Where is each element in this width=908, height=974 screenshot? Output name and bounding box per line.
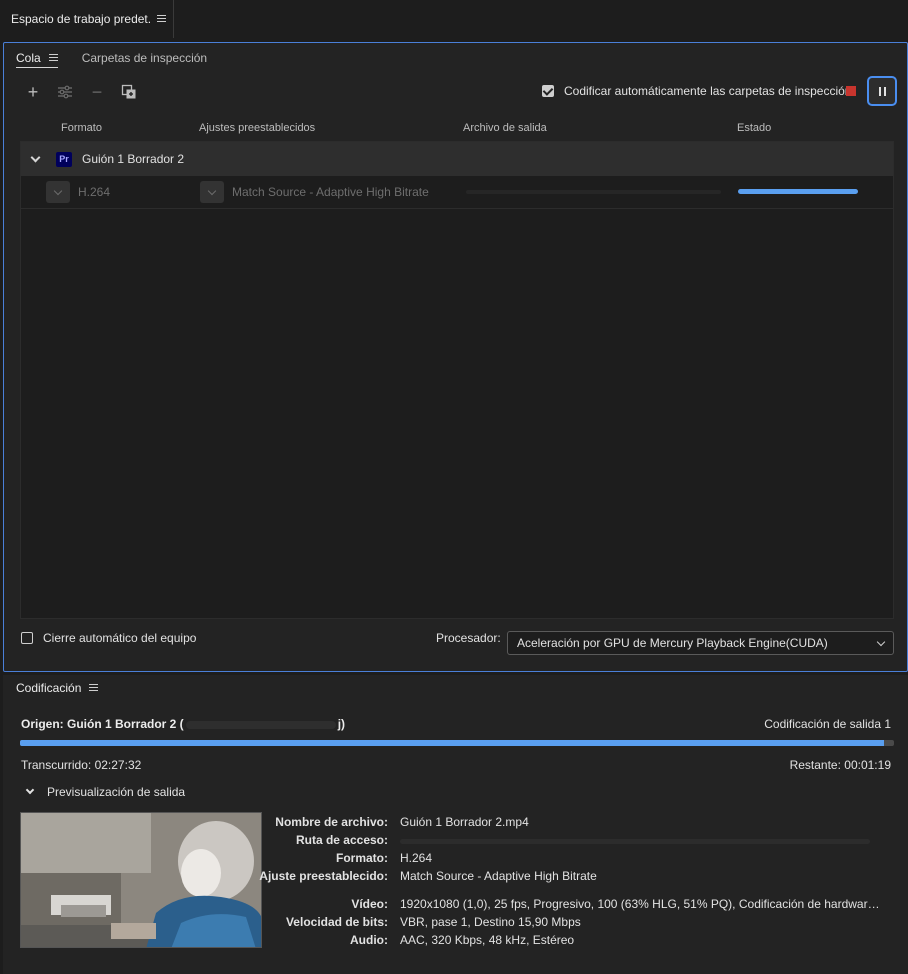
encoding-title-label: Codificación (16, 681, 82, 695)
col-format[interactable]: Formato (61, 122, 102, 134)
workspace-title: Espacio de trabajo predet. (11, 12, 152, 26)
queue-panel: Cola Carpetas de inspección + − Codifica… (3, 42, 908, 672)
premiere-pro-icon: Pr (56, 151, 72, 167)
queue-list: Pr Guión 1 Borrador 2 H.264 Match Source… (20, 141, 894, 619)
item-progress-bar (738, 189, 858, 194)
info-value: VBR, pase 1, Destino 15,90 Mbps (400, 915, 581, 929)
remove-button[interactable]: − (88, 83, 106, 101)
origin-label: Origen: Guión 1 Borrador 2 ( (21, 717, 184, 731)
output-encoding-label: Codificación de salida 1 (764, 717, 891, 731)
auto-shutdown-option: Cierre automático del equipo (21, 631, 196, 645)
format-dropdown[interactable] (46, 181, 70, 203)
processor-label: Procesador: (436, 631, 501, 645)
auto-encode-label: Codificar automáticamente las carpetas d… (564, 84, 852, 98)
origin-suffix: j) (337, 717, 346, 731)
remaining-time: Restante: 00:01:19 (789, 758, 891, 772)
item-format[interactable]: H.264 (78, 185, 110, 199)
preset-settings-icon[interactable] (56, 83, 74, 101)
workspace-bar: Espacio de trabajo predet. (0, 0, 908, 38)
queue-tabs: Cola Carpetas de inspección (16, 47, 207, 69)
info-key: Ruta de acceso: (295, 833, 388, 847)
processor-select[interactable]: Aceleración por GPU de Mercury Playback … (507, 631, 894, 655)
info-value (400, 833, 880, 847)
auto-encode-option: Codificar automáticamente las carpetas d… (542, 84, 851, 98)
info-value: 1920x1080 (1,0), 25 fps, Progresivo, 100… (400, 897, 880, 911)
auto-shutdown-checkbox[interactable] (21, 632, 33, 644)
auto-encode-checkbox[interactable] (542, 85, 554, 97)
add-source-button[interactable]: + (24, 83, 42, 101)
hamburger-menu-icon[interactable] (157, 15, 167, 23)
pause-button[interactable] (867, 76, 897, 106)
chevron-down-icon[interactable] (28, 152, 42, 162)
hamburger-menu-icon[interactable] (89, 684, 99, 692)
info-value: AAC, 320 Kbps, 48 kHz, Estéreo (400, 933, 575, 947)
tab-watch-folders[interactable]: Carpetas de inspección (82, 48, 207, 68)
info-value: H.264 (400, 851, 433, 865)
info-value: Match Source - Adaptive High Bitrate (400, 869, 597, 883)
encoding-progress-bar (20, 740, 894, 746)
output-file-path[interactable] (466, 190, 721, 194)
col-output-file[interactable]: Archivo de salida (463, 122, 547, 134)
info-key: Audio: (350, 933, 388, 947)
tab-queue[interactable]: Cola (16, 48, 58, 68)
encoding-panel: Codificación Origen: Guión 1 Borrador 2 … (3, 675, 908, 974)
duplicate-icon[interactable] (120, 83, 138, 101)
blurred-path (185, 720, 336, 729)
item-preset[interactable]: Match Source - Adaptive High Bitrate (232, 185, 429, 199)
output-preview-label: Previsualización de salida (47, 785, 186, 799)
info-key: Nombre de archivo: (275, 815, 388, 829)
queue-group-row[interactable]: Pr Guión 1 Borrador 2 (21, 142, 893, 176)
tab-queue-label: Cola (16, 50, 41, 65)
info-value: Guión 1 Borrador 2.mp4 (400, 815, 529, 829)
workspace-tab[interactable]: Espacio de trabajo predet. (0, 0, 174, 38)
info-key: Ajuste preestablecido: (259, 869, 388, 883)
chevron-down-icon (25, 785, 35, 795)
queue-item-row[interactable]: H.264 Match Source - Adaptive High Bitra… (21, 176, 893, 209)
col-presets[interactable]: Ajustes preestablecidos (199, 122, 315, 134)
auto-shutdown-label: Cierre automático del equipo (43, 631, 197, 645)
processor-value: Aceleración por GPU de Mercury Playback … (517, 636, 828, 650)
info-key: Vídeo: (351, 897, 388, 911)
output-preview-thumbnail (20, 812, 262, 948)
hamburger-menu-icon[interactable] (48, 53, 58, 62)
encoding-title: Codificación (16, 681, 99, 695)
preset-dropdown[interactable] (200, 181, 224, 203)
blurred-path (400, 839, 870, 844)
stop-button[interactable] (846, 86, 856, 96)
info-key: Formato: (336, 851, 388, 865)
elapsed-time: Transcurrido: 02:27:32 (21, 758, 142, 772)
output-preview-toggle[interactable]: Previsualización de salida (25, 785, 186, 799)
encoding-progress-fill (20, 740, 884, 746)
col-status[interactable]: Estado (737, 122, 771, 134)
info-key: Velocidad de bits: (285, 915, 388, 929)
chevron-down-icon (876, 637, 886, 647)
group-name: Guión 1 Borrador 2 (82, 152, 185, 166)
origin-text: Origen: Guión 1 Borrador 2 ( j) (21, 717, 345, 731)
